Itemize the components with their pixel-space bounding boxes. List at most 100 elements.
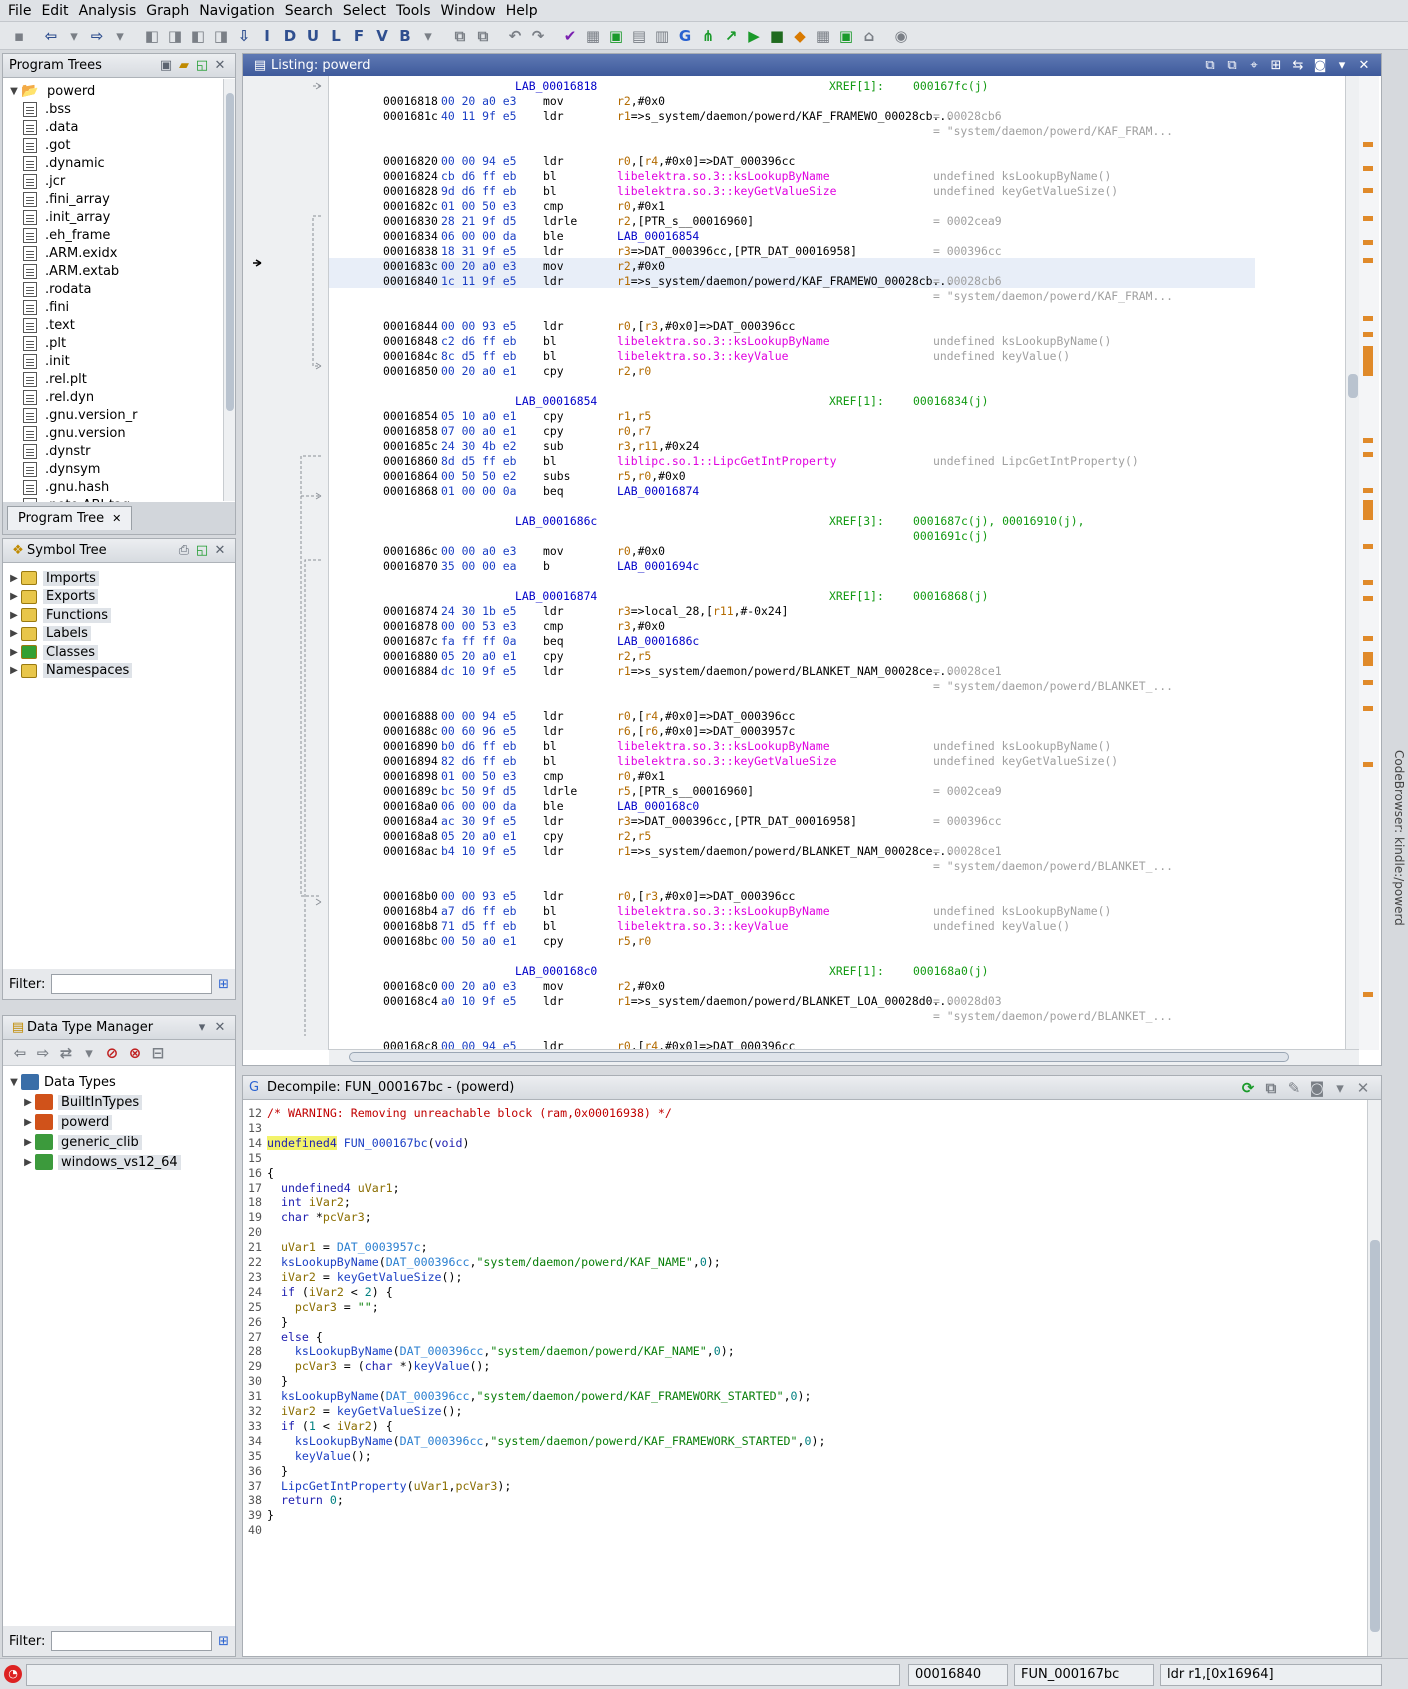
filter-options-icon[interactable]: ⊞ [218,977,229,992]
program-tree-item[interactable]: .dynsym [7,460,221,478]
menu-navigation[interactable]: Navigation [199,3,275,19]
instruction-operands[interactable]: libelektra.so.3::ksLookupByName [617,739,830,754]
menu-tools[interactable]: Tools [396,3,431,19]
decompile-line[interactable]: 39} [245,1508,274,1523]
decompile-line[interactable]: 22 ksLookupByName(DAT_000396cc,"system/d… [245,1255,721,1270]
tree-root[interactable]: ▼ Data Types [7,1072,229,1092]
instruction-operands[interactable]: r0,[r4,#0x0]=>DAT_000396cc [617,1039,795,1049]
b-dropdown-icon[interactable]: ▾ [417,25,439,47]
instruction-operands[interactable]: r2,#0x0 [617,94,665,109]
decompile-line[interactable]: 17 undefined4 uVar1; [245,1181,400,1196]
symbol-tree-item-imports[interactable]: ▶ Imports [7,569,229,588]
symbol-tree-item-classes[interactable]: ▶ Classes [7,643,229,662]
data-type-archive[interactable]: ▶ powerd [7,1112,229,1132]
decompile-line[interactable]: 18 int iVar2; [245,1195,351,1210]
run-icon[interactable]: ▶ [743,25,765,47]
back-dropdown-icon[interactable]: ▾ [63,25,85,47]
code-label[interactable]: LAB_00016818 [515,79,597,94]
instruction-operands[interactable]: r2,#0x0 [617,979,665,994]
memory-icon[interactable]: ▦ [582,25,604,47]
scroll-thumb[interactable] [349,1052,1289,1062]
instruction-operands[interactable]: r0,[r4,#0x0]=>DAT_000396cc [617,154,795,169]
symbol-filter-input[interactable] [51,974,213,994]
export-icon[interactable]: ◱ [193,58,211,73]
copy-icon[interactable]: ⧉ [1199,58,1221,73]
instruction-operands[interactable]: r2,r5 [617,829,651,844]
nav-prev-inst-icon[interactable]: ◧ [187,25,209,47]
instruction-operands[interactable]: r1=>s_system/daemon/powerd/KAF_FRAMEWO_0… [617,274,953,289]
table-icon[interactable]: ▦ [812,25,834,47]
program-tree-item[interactable]: .bss [7,100,221,118]
decompile-line[interactable]: 13 [245,1121,267,1136]
expand-icon[interactable]: ▶ [7,628,21,639]
scroll-thumb[interactable] [1370,1240,1380,1632]
decompile-line[interactable]: 33 if (1 < iVar2) { [245,1419,393,1434]
decompile-line[interactable]: 28 ksLookupByName(DAT_000396cc,"system/d… [245,1344,735,1359]
tree-root[interactable]: ▼ 📂 powerd [7,82,221,100]
instruction-operands[interactable]: r3=>DAT_000396cc,[PTR_DAT_00016958] [617,814,857,829]
expand-icon[interactable]: ▼ [7,1077,21,1088]
forward-icon[interactable]: ⇨ [86,25,108,47]
decompile-vertical-scrollbar[interactable] [1367,1100,1381,1656]
instruction-operands[interactable]: LAB_0001686c [617,634,699,649]
menu-file[interactable]: File [8,3,31,19]
instruction-operands[interactable]: r2,#0x0 [617,259,665,274]
new-symbol-icon[interactable]: ⎙ [175,543,193,558]
menu-select[interactable]: Select [343,3,386,19]
decompile-line[interactable]: 32 iVar2 = keyGetValueSize(); [245,1404,462,1419]
instruction-operands[interactable]: libelektra.so.3::keyGetValueSize [617,754,836,769]
instruction-operands[interactable]: LAB_00016854 [617,229,699,244]
instruction-operands[interactable]: r0,#0x1 [617,199,665,214]
xref-target[interactable]: 000167fc(j) [913,79,988,94]
program-tree-item[interactable]: .ARM.extab [7,262,221,280]
program-tree-item[interactable]: .ARM.exidx [7,244,221,262]
debugger-icon[interactable]: ■ [766,25,788,47]
program-tree-item[interactable]: .dynamic [7,154,221,172]
menu-edit[interactable]: Edit [41,3,68,19]
decompile-line[interactable]: 27 else { [245,1330,323,1345]
instruction-operands[interactable]: r5,[PTR_s__00016960] [617,784,754,799]
filter-types-icon[interactable]: ⊘ [101,1042,123,1064]
program-tree-item[interactable]: .init_array [7,208,221,226]
program-tree-item[interactable]: .dynstr [7,442,221,460]
instruction-operands[interactable]: r2,r0 [617,364,651,379]
instruction-operands[interactable]: libelektra.so.3::ksLookupByName [617,334,830,349]
value-v-icon[interactable]: V [371,25,393,47]
instruction-operands[interactable]: r0,[r3,#0x0]=>DAT_000396cc [617,319,795,334]
data-d-icon[interactable]: D [279,25,301,47]
decompile-line[interactable]: 37 LipcGetIntProperty(uVar1,pcVar3); [245,1479,511,1494]
decompile-line[interactable]: 14 undefined4 FUN_000167bc(void) [245,1135,469,1151]
program-tree-item[interactable]: .gnu.hash [7,478,221,496]
edit-icon[interactable]: ✎ [1283,1077,1305,1099]
back-icon[interactable]: ⇦ [40,25,62,47]
instruction-operands[interactable]: r1=>s_system/daemon/powerd/BLANKET_NAM_0… [617,664,953,679]
bytes-icon[interactable]: ▤ [628,25,650,47]
instruction-operands[interactable]: r3,#0x0 [617,619,665,634]
instruction-operands[interactable]: r0,[r4,#0x0]=>DAT_000396cc [617,709,795,724]
program-tree-item[interactable]: .plt [7,334,221,352]
program-tree-item[interactable]: .text [7,316,221,334]
label-l-icon[interactable]: L [325,25,347,47]
close-icon[interactable]: ✕ [1353,58,1375,73]
vertical-scrollbar[interactable] [223,79,235,501]
instruction-operands[interactable]: r3=>local_28,[r11,#-0x24] [617,604,788,619]
diff-icon[interactable]: ⇆ [1287,58,1309,73]
decompile-line[interactable]: 23 iVar2 = keyGetValueSize(); [245,1270,462,1285]
program-tree-item[interactable]: .data [7,118,221,136]
decompile-line[interactable]: 31 ksLookupByName(DAT_000396cc,"system/d… [245,1389,812,1404]
instruction-operands[interactable]: r0,r7 [617,424,651,439]
expand-icon[interactable]: ▶ [7,665,21,676]
decompile-line[interactable]: 25 pcVar3 = ""; [245,1300,379,1315]
symbol-tree-item-namespaces[interactable]: ▶ Namespaces [7,662,229,681]
xref-target[interactable]: 000168a0(j) [913,964,988,979]
instruction-operands[interactable]: r0,[r3,#0x0]=>DAT_000396cc [617,889,795,904]
instruction-operands[interactable]: r1=>s_system/daemon/powerd/BLANKET_LOA_0… [617,994,953,1009]
instruction-operands[interactable]: r5,r0 [617,934,651,949]
symbol-tree-item-labels[interactable]: ▶ Labels [7,625,229,644]
nav-prev-data-icon[interactable]: ◧ [141,25,163,47]
menu-graph[interactable]: Graph [146,3,189,19]
forward-icon[interactable]: ⇨ [32,1042,54,1064]
program-tree-item[interactable]: .rel.dyn [7,388,221,406]
decompile-icon[interactable]: G [674,25,696,47]
decompile-line[interactable]: 36 } [245,1464,288,1479]
